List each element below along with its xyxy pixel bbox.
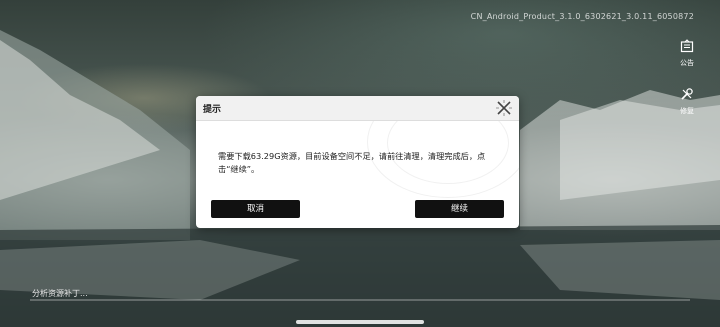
repair-button[interactable]: 修复 [674, 86, 700, 116]
dialog-header: 提示 [196, 96, 519, 121]
prompt-dialog: 提示 需要下载63.29G资源，目前设备空间不足，请前往清理，清理完成后，点击“… [196, 96, 519, 228]
repair-label: 修复 [680, 107, 694, 115]
version-label: CN_Android_Product_3.1.0_6302621_3.0.11_… [470, 12, 694, 21]
close-icon[interactable] [495, 99, 513, 117]
notice-label: 公告 [680, 59, 694, 67]
progress-bar [30, 299, 690, 301]
notice-button[interactable]: 公告 [674, 38, 700, 68]
status-text: 分析资源补丁... [32, 289, 88, 298]
dialog-message: 需要下载63.29G资源，目前设备空间不足，请前往清理，清理完成后，点击“继续”… [218, 151, 486, 174]
notice-icon [680, 39, 694, 53]
dialog-title: 提示 [203, 105, 222, 115]
home-indicator[interactable] [296, 320, 424, 324]
continue-button[interactable]: 继续 [415, 200, 504, 218]
wrench-icon [681, 88, 693, 100]
cancel-button[interactable]: 取消 [211, 200, 300, 218]
